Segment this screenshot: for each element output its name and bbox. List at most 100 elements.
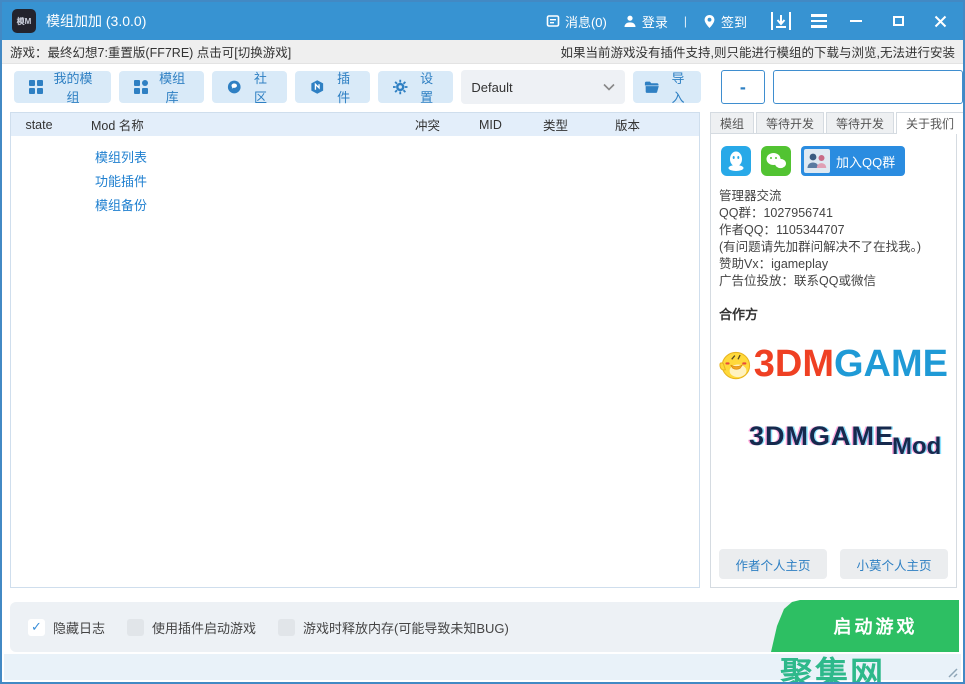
info-line: (有问题请先加群问解决不了在找我。)	[719, 239, 948, 256]
signin-button[interactable]: 签到	[703, 12, 747, 31]
signin-label: 签到	[721, 12, 747, 31]
apps-icon	[134, 80, 148, 94]
app-window: 模M 模组加加 (3.0.0) 消息(0) 登录 | 签到	[0, 0, 965, 684]
titlebar-left: 模M 模组加加 (3.0.0)	[12, 9, 146, 33]
info-line: 广告位投放：联系QQ或微信	[719, 273, 948, 290]
col-mod-name: Mod 名称	[67, 115, 411, 134]
logo-3dm-text: 3DMGAME	[754, 345, 948, 383]
gear-icon	[393, 79, 407, 95]
maximize-icon	[893, 16, 904, 26]
plugin-launch-label: 使用插件启动游戏	[152, 618, 256, 637]
qq-icon[interactable]	[721, 146, 751, 176]
plugin-icon	[310, 79, 324, 95]
minimize-icon	[850, 20, 862, 22]
messages-label: 消息(0)	[565, 12, 607, 31]
plugins-label: 插件	[332, 68, 356, 106]
mod-backup-link[interactable]: 模组备份	[95, 195, 147, 214]
search-input[interactable]	[773, 70, 963, 104]
current-game-switch[interactable]: 游戏：最终幻想7:重置版(FF7RE) 点击可[切换游戏]	[10, 42, 291, 61]
plugin-launch-checkbox[interactable]: 使用插件启动游戏	[127, 618, 256, 637]
profile-select-value: Default	[471, 80, 512, 95]
col-mid: MID	[475, 118, 539, 132]
hamburger-icon	[811, 14, 827, 28]
col-type: 类型	[539, 115, 611, 134]
checkbox-checked-icon: ✓	[28, 619, 45, 636]
titlebar: 模M 模组加加 (3.0.0) 消息(0) 登录 | 签到	[2, 2, 963, 40]
import-button[interactable]: 导入	[633, 71, 701, 103]
tab-about-us[interactable]: 关于我们	[896, 112, 964, 134]
plugin-support-hint: 如果当前游戏没有插件支持,则只能进行模组的下载与浏览,无法进行安装	[561, 42, 955, 61]
about-panel-body: 加入QQ群 管理器交流 QQ群：1027956741 作者QQ：11053447…	[710, 133, 957, 588]
location-pin-icon	[703, 14, 716, 29]
window-title: 模组加加 (3.0.0)	[46, 11, 146, 31]
tab-mods[interactable]: 模组	[710, 112, 754, 134]
info-line: QQ群：1027956741	[719, 205, 948, 222]
maximize-button[interactable]	[885, 10, 911, 32]
join-qq-group-button[interactable]: 加入QQ群	[801, 146, 905, 176]
partners-title: 合作方	[719, 304, 948, 323]
author-homepage-button[interactable]: 作者个人主页	[719, 549, 827, 579]
close-icon	[934, 15, 947, 28]
tab-pending-1[interactable]: 等待开发	[756, 112, 824, 134]
checkbox-unchecked-icon	[127, 619, 144, 636]
import-label: 导入	[666, 68, 690, 106]
function-plugin-link[interactable]: 功能插件	[95, 171, 147, 190]
juji-watermark: 聚集网	[780, 647, 885, 684]
grid-icon	[29, 80, 43, 94]
community-button[interactable]: 社区	[212, 71, 287, 103]
toolbar: 我的模组 模组库 社区 插件 设置	[2, 64, 963, 110]
table-header: state Mod 名称 冲突 MID 类型 版本	[11, 113, 699, 136]
table-row: 功能插件	[11, 168, 699, 192]
wechat-icon[interactable]	[761, 146, 791, 176]
my-mods-label: 我的模组	[50, 68, 96, 106]
chick-mascot-icon	[717, 333, 754, 395]
right-panel-tabs: 模组 等待开发 等待开发 关于我们	[710, 112, 957, 134]
col-version: 版本	[611, 115, 699, 134]
mod-table-panel: state Mod 名称 冲突 MID 类型 版本 模组列表 功能插件 模组备份	[10, 112, 700, 588]
info-line: 管理器交流	[719, 188, 948, 205]
community-label: 社区	[249, 68, 273, 106]
free-memory-checkbox[interactable]: 游戏时释放内存(可能导致未知BUG)	[278, 618, 509, 637]
mod-library-button[interactable]: 模组库	[119, 71, 204, 103]
settings-button[interactable]: 设置	[378, 71, 453, 103]
hide-log-checkbox[interactable]: ✓ 隐藏日志	[28, 618, 105, 637]
panel-footer: 作者个人主页 小莫个人主页	[719, 549, 948, 579]
messages-button[interactable]: 消息(0)	[546, 12, 607, 31]
logo-3dmgame-mod: 3DMGAMEMod	[749, 421, 948, 452]
xiaomo-homepage-button[interactable]: 小莫个人主页	[840, 549, 948, 579]
settings-label: 设置	[415, 68, 439, 106]
titlebar-right: 消息(0) 登录 | 签到	[546, 10, 953, 32]
download-button[interactable]	[771, 12, 791, 30]
mod-list-link[interactable]: 模组列表	[95, 147, 147, 166]
tab-pending-2[interactable]: 等待开发	[826, 112, 894, 134]
chat-icon	[227, 79, 241, 95]
col-state: state	[11, 118, 67, 132]
table-row: 模组列表	[11, 144, 699, 168]
my-mods-button[interactable]: 我的模组	[14, 71, 111, 103]
minimize-button[interactable]	[843, 10, 869, 32]
remove-filter-button[interactable]: -	[721, 70, 765, 104]
main-area: state Mod 名称 冲突 MID 类型 版本 模组列表 功能插件 模组备份	[2, 110, 963, 588]
launch-game-button[interactable]: 启动游戏	[758, 600, 959, 652]
profile-select[interactable]: Default	[461, 70, 624, 104]
login-button[interactable]: 登录	[623, 12, 668, 31]
info-line: 赞助Vx：igameplay	[719, 256, 948, 273]
col-conflict: 冲突	[411, 115, 475, 134]
table-row: 模组备份	[11, 192, 699, 216]
folder-icon	[644, 80, 659, 94]
free-memory-label: 游戏时释放内存(可能导致未知BUG)	[303, 618, 509, 637]
titlebar-separator: |	[684, 14, 687, 28]
download-icon	[771, 12, 791, 30]
close-button[interactable]	[927, 10, 953, 32]
right-panel: 模组 等待开发 等待开发 关于我们	[710, 112, 957, 588]
contact-icons-row: 加入QQ群	[721, 146, 948, 176]
plugins-button[interactable]: 插件	[295, 71, 370, 103]
game-info-bar: 游戏：最终幻想7:重置版(FF7RE) 点击可[切换游戏] 如果当前游戏没有插件…	[2, 40, 963, 64]
qq-group-avatar	[804, 149, 830, 173]
menu-button[interactable]	[811, 14, 827, 28]
checkbox-unchecked-icon	[278, 619, 295, 636]
logo-3dmgame: 3DMGAME	[717, 333, 948, 395]
resize-grip[interactable]	[946, 666, 958, 678]
join-qq-group-label: 加入QQ群	[836, 152, 895, 171]
table-body: 模组列表 功能插件 模组备份	[11, 136, 699, 216]
